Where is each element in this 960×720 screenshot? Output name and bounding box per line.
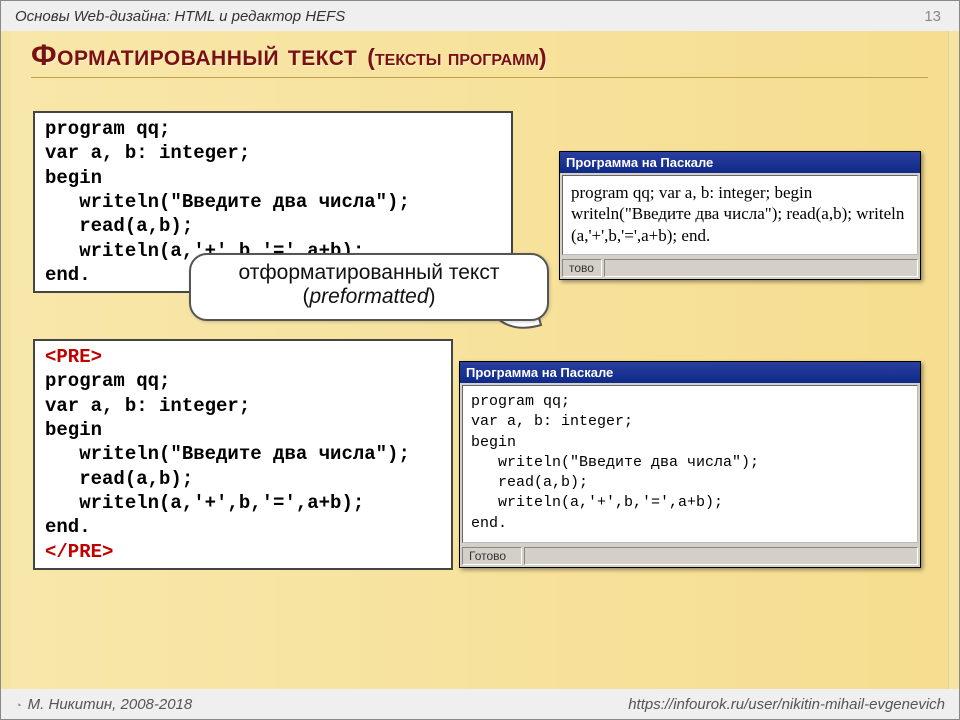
page-number: 13 [924, 8, 945, 25]
footer-bar: ◔М. Никитин, 2008-2018 https://infourok.… [1, 689, 959, 719]
status-cell: Готово [462, 547, 522, 565]
bullet-icon: ◔ [15, 700, 22, 712]
footer-url: https://infourok.ru/user/nikitin-mihail-… [628, 696, 945, 713]
breadcrumb: Основы Web-дизайна: HTML и редактор HEFS [15, 8, 345, 25]
window-titlebar[interactable]: Программа на Паскале [460, 362, 920, 383]
title-row: Форматированный текст (тексты программ) [11, 31, 948, 75]
browser-window-formatted: Программа на Паскале program qq; var a, … [459, 361, 921, 568]
browser-window-unformatted: Программа на Паскале program qq; var a, … [559, 151, 921, 280]
window-title: Программа на Паскале [566, 155, 713, 170]
page-subtitle: (тексты программ) [367, 44, 546, 71]
callout-line1: отформатированный текст [203, 261, 535, 285]
status-cell-empty [524, 547, 918, 565]
content-area: Форматированный текст (тексты программ) … [11, 31, 949, 689]
code-block-pre: <PRE> program qq; var a, b: integer; beg… [33, 339, 453, 570]
window-statusbar: Готово [460, 545, 920, 567]
slide: Основы Web-дизайна: HTML и редактор HEFS… [0, 0, 960, 720]
status-cell: тово [562, 259, 602, 277]
callout-line2: (preformatted) [203, 285, 535, 309]
code-text: program qq; var a, b: integer; begin wri… [45, 370, 410, 538]
pre-open-tag: <PRE> [45, 346, 102, 368]
window-statusbar: тово [560, 257, 920, 279]
window-title: Программа на Паскале [466, 365, 613, 380]
window-titlebar[interactable]: Программа на Паскале [560, 152, 920, 173]
window-body: program qq; var a, b: integer; begin wri… [562, 175, 918, 255]
window-body: program qq; var a, b: integer; begin wri… [462, 385, 918, 543]
header-bar: Основы Web-дизайна: HTML и редактор HEFS… [1, 1, 959, 31]
title-divider [31, 77, 928, 78]
footer-author: ◔М. Никитин, 2008-2018 [15, 696, 192, 713]
callout-bubble: отформатированный текст (preformatted) [189, 253, 549, 321]
status-cell-empty [604, 259, 918, 277]
pre-close-tag: </PRE> [45, 541, 113, 563]
page-title: Форматированный текст [31, 39, 357, 73]
